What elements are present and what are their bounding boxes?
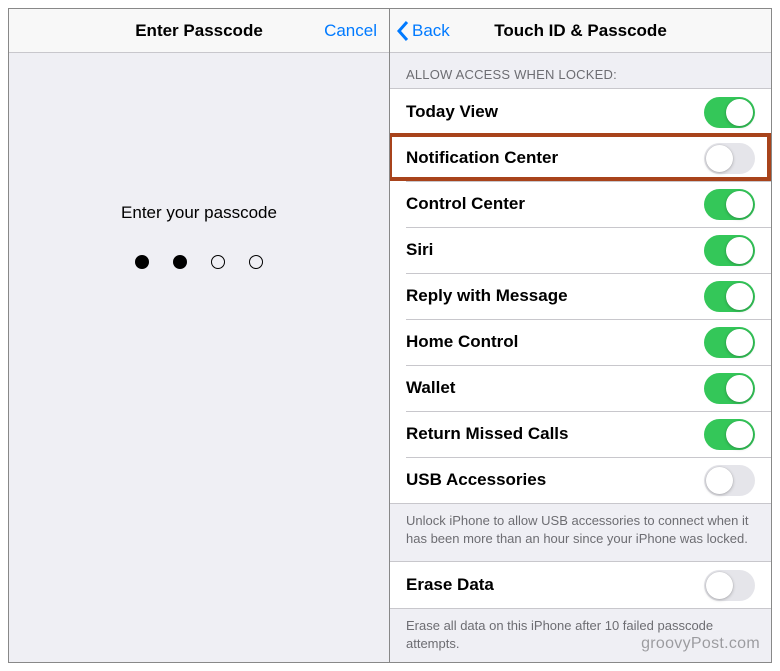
option-row[interactable]: USB Accessories <box>390 457 771 503</box>
option-label: Notification Center <box>406 148 558 168</box>
option-label: Today View <box>406 102 498 122</box>
nav-title-passcode: Enter Passcode <box>135 21 263 41</box>
passcode-dots <box>135 255 263 269</box>
option-label: Wallet <box>406 378 455 398</box>
passcode-prompt: Enter your passcode <box>121 203 277 223</box>
nav-title-touchid: Touch ID & Passcode <box>494 21 667 41</box>
back-label: Back <box>412 21 450 41</box>
chevron-left-icon <box>396 20 410 42</box>
option-row[interactable]: Today View <box>390 89 771 135</box>
option-row[interactable]: Notification Center <box>390 135 771 181</box>
option-toggle[interactable] <box>704 143 755 174</box>
back-button[interactable]: Back <box>396 9 450 53</box>
option-row[interactable]: Home Control <box>390 319 771 365</box>
option-label: Reply with Message <box>406 286 568 306</box>
option-toggle[interactable] <box>704 465 755 496</box>
passcode-dot <box>249 255 263 269</box>
passcode-dot <box>173 255 187 269</box>
option-toggle[interactable] <box>704 373 755 404</box>
passcode-dot <box>135 255 149 269</box>
erase-data-label: Erase Data <box>406 575 494 595</box>
erase-data-toggle[interactable] <box>704 570 755 601</box>
watermark: groovyPost.com <box>641 635 760 653</box>
option-toggle[interactable] <box>704 327 755 358</box>
passcode-dot <box>211 255 225 269</box>
nav-bar-left: Enter Passcode Cancel <box>9 9 389 53</box>
option-toggle[interactable] <box>704 97 755 128</box>
option-label: USB Accessories <box>406 470 546 490</box>
option-toggle[interactable] <box>704 281 755 312</box>
touchid-passcode-screen: Back Touch ID & Passcode ALLOW ACCESS WH… <box>390 9 771 662</box>
option-label: Control Center <box>406 194 525 214</box>
option-label: Home Control <box>406 332 518 352</box>
option-toggle[interactable] <box>704 189 755 220</box>
option-label: Return Missed Calls <box>406 424 569 444</box>
option-label: Siri <box>406 240 433 260</box>
option-toggle[interactable] <box>704 419 755 450</box>
nav-bar-right: Back Touch ID & Passcode <box>390 9 771 53</box>
option-row[interactable]: Control Center <box>390 181 771 227</box>
option-toggle[interactable] <box>704 235 755 266</box>
option-row[interactable]: Wallet <box>390 365 771 411</box>
section-header-allow-access: ALLOW ACCESS WHEN LOCKED: <box>390 53 771 88</box>
allow-access-list: Today View Notification Center Control Cen… <box>390 88 771 504</box>
usb-footer-text: Unlock iPhone to allow USB accessories t… <box>390 504 771 561</box>
passcode-entry-screen: Enter Passcode Cancel Enter your passcod… <box>9 9 390 662</box>
option-row[interactable]: Reply with Message <box>390 273 771 319</box>
option-row[interactable]: Return Missed Calls <box>390 411 771 457</box>
erase-data-list: Erase Data <box>390 561 771 609</box>
erase-data-row[interactable]: Erase Data <box>390 562 771 608</box>
passcode-body: Enter your passcode <box>9 53 389 662</box>
cancel-button[interactable]: Cancel <box>324 9 377 53</box>
option-row[interactable]: Siri <box>390 227 771 273</box>
